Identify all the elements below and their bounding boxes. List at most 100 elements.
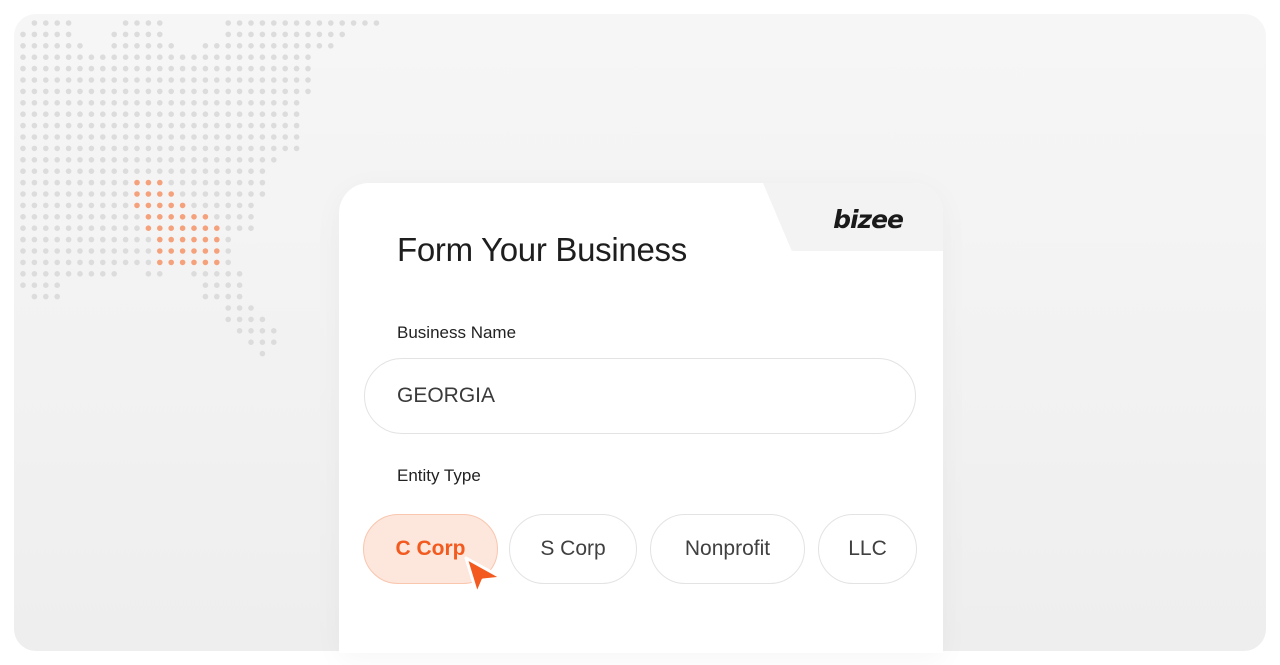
map-dot — [77, 236, 83, 243]
map-dot — [157, 65, 163, 72]
map-dot — [259, 54, 266, 60]
map-dot — [31, 282, 38, 289]
page-title: Form Your Business — [397, 231, 687, 268]
map-dot — [259, 134, 266, 140]
map-dot — [77, 259, 83, 266]
map-dot — [122, 100, 129, 106]
map-dot — [20, 225, 26, 231]
map-dot — [202, 100, 209, 106]
map-dot — [43, 65, 49, 72]
map-dot — [77, 88, 83, 95]
map-dot — [191, 122, 197, 129]
map-dot — [65, 31, 72, 38]
map-dot — [54, 214, 60, 220]
map-dot — [214, 77, 220, 83]
map-dot — [350, 20, 357, 26]
map-dot — [122, 145, 129, 152]
map-dot — [214, 134, 220, 140]
map-dot — [248, 339, 254, 346]
map-dot — [88, 248, 95, 254]
map-dot — [20, 88, 26, 95]
map-dot — [65, 65, 72, 72]
map-dot — [225, 134, 231, 140]
map-dot — [20, 43, 26, 49]
map-dot — [31, 77, 38, 83]
map-dot — [100, 88, 106, 95]
map-dot — [100, 100, 106, 106]
map-dot — [236, 100, 243, 106]
map-dot — [88, 157, 95, 163]
business-name-input[interactable] — [364, 358, 916, 434]
map-dot — [122, 65, 129, 72]
map-dot — [31, 145, 38, 152]
map-dot — [373, 20, 380, 26]
map-dot — [88, 259, 95, 266]
map-dot — [293, 111, 300, 117]
map-dot — [293, 77, 300, 83]
map-dot — [259, 179, 266, 186]
map-dot — [259, 20, 266, 26]
map-dot — [122, 214, 129, 220]
map-dot — [54, 134, 60, 140]
map-dot — [111, 100, 117, 106]
map-dot — [191, 179, 197, 186]
map-dot — [248, 328, 254, 334]
map-dot — [339, 20, 346, 26]
map-dot — [54, 202, 60, 209]
map-dot — [20, 31, 26, 38]
map-dot — [100, 214, 106, 220]
map-dot — [293, 20, 300, 26]
map-dot — [248, 202, 254, 209]
map-dot — [145, 134, 152, 140]
map-dot — [122, 88, 129, 95]
map-dot — [271, 328, 277, 334]
map-dot — [145, 157, 152, 163]
map-dot — [225, 157, 231, 163]
map-dot — [168, 145, 174, 152]
map-dot — [282, 122, 289, 129]
map-dot — [145, 248, 152, 254]
map-dot — [225, 202, 231, 209]
map-dot — [43, 145, 49, 152]
entity-option-s-corp[interactable]: S Corp — [509, 514, 637, 584]
map-dot — [248, 191, 254, 197]
map-dot — [271, 65, 277, 72]
map-dot — [43, 282, 49, 289]
map-dot — [202, 202, 209, 209]
map-dot — [77, 54, 83, 60]
map-dot — [31, 88, 38, 95]
map-dot — [328, 31, 334, 38]
map-dot — [259, 111, 266, 117]
map-dot — [248, 305, 254, 311]
map-dot — [236, 271, 243, 277]
map-dot — [339, 31, 346, 38]
map-dot — [293, 31, 300, 38]
entity-option-llc[interactable]: LLC — [818, 514, 917, 584]
map-dot — [305, 88, 311, 95]
map-dot — [65, 122, 72, 129]
map-dot — [236, 157, 243, 163]
map-dot — [214, 202, 220, 209]
map-dot — [134, 20, 140, 26]
map-dot — [305, 54, 311, 60]
map-dot — [179, 225, 186, 231]
map-dot — [293, 100, 300, 106]
map-dot — [191, 248, 197, 254]
map-dot — [214, 157, 220, 163]
map-dot — [65, 43, 72, 49]
map-dot — [236, 122, 243, 129]
map-dot — [214, 65, 220, 72]
map-dot — [282, 134, 289, 140]
map-dot — [134, 168, 140, 174]
map-dot — [134, 43, 140, 49]
map-dot — [225, 122, 231, 129]
map-dot — [271, 88, 277, 95]
map-dot — [168, 88, 174, 95]
map-dot — [202, 248, 209, 254]
map-dot — [77, 191, 83, 197]
map-dot — [282, 31, 289, 38]
entity-option-nonprofit[interactable]: Nonprofit — [650, 514, 805, 584]
map-dot — [77, 168, 83, 174]
map-dot — [168, 65, 174, 72]
map-dot — [305, 77, 311, 83]
